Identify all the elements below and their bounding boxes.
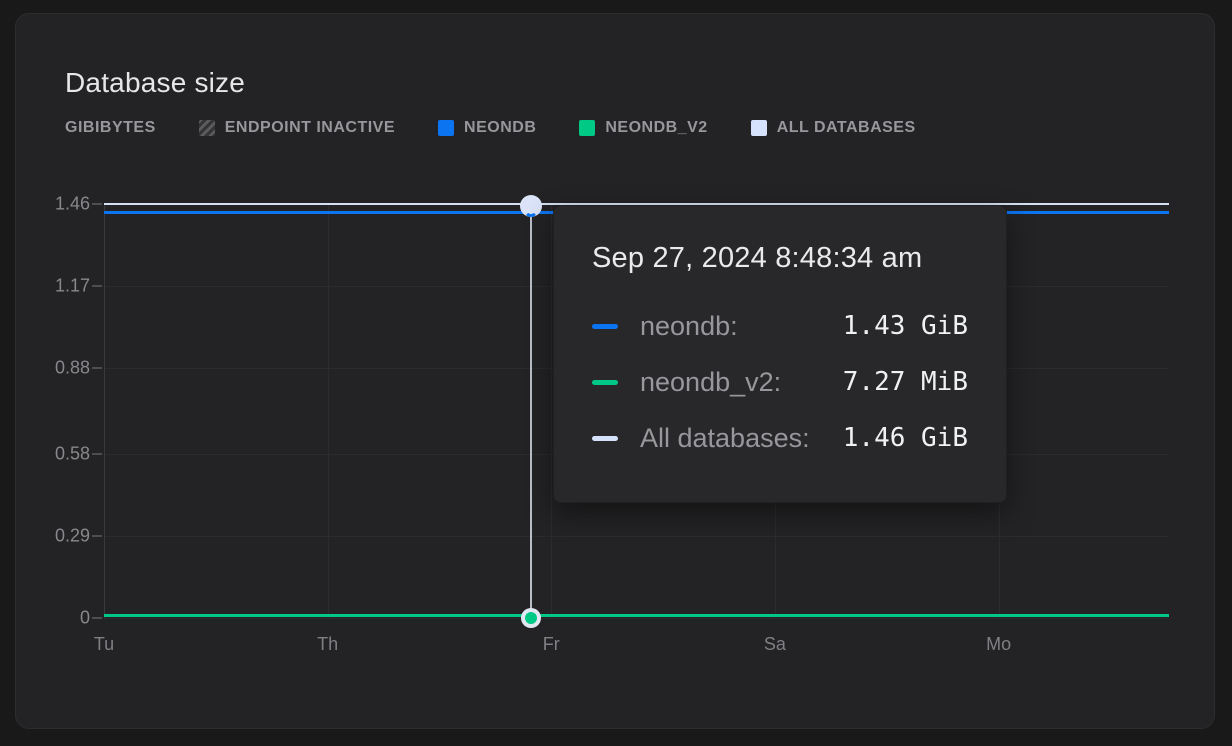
tooltip-timestamp: Sep 27, 2024 8:48:34 am: [592, 242, 968, 275]
neondb-line-swatch-icon: [592, 324, 618, 329]
tooltip-row-value: 1.46 GiB: [843, 423, 968, 453]
y-axis-label: 0.58: [26, 443, 90, 464]
neondb-v2-line-swatch-icon: [592, 380, 618, 385]
y-axis-tick: [92, 203, 102, 205]
gridline-vertical: [328, 204, 329, 618]
y-axis-tick: [92, 453, 102, 455]
x-axis-label: Sa: [764, 634, 786, 655]
y-axis-label: 1.46: [26, 194, 90, 215]
y-axis-tick: [92, 535, 102, 537]
database-size-chart: 0 0.29 0.58 0.88 1.17 1.46 Tu Th Fr Sa Mo Sep 27, …: [0, 0, 1232, 746]
all-databases-line-swatch-icon: [592, 436, 618, 441]
x-axis-label: Th: [317, 634, 338, 655]
y-axis-label: 0.88: [26, 358, 90, 379]
tooltip-rows: neondb: 1.43 GiB neondb_v2: 7.27 MiB All…: [592, 311, 968, 453]
tooltip-row-neondb-v2: neondb_v2: 7.27 MiB: [592, 367, 968, 397]
chart-tooltip: Sep 27, 2024 8:48:34 am neondb: 1.43 GiB…: [553, 205, 1007, 503]
tooltip-row-all-databases: All databases: 1.46 GiB: [592, 423, 968, 453]
database-size-page: Database size GIBIBYTES ENDPOINT INACTIV…: [0, 0, 1232, 746]
hover-point-neondb-v2: [525, 612, 537, 624]
gridline-horizontal: [104, 618, 1169, 619]
gridline-vertical: [104, 204, 105, 618]
tooltip-row-label: neondb:: [640, 311, 738, 342]
tooltip-row-neondb: neondb: 1.43 GiB: [592, 311, 968, 341]
y-axis-label: 1.17: [26, 276, 90, 297]
series-line-neondb-v2: [104, 614, 1169, 617]
tooltip-row-label: neondb_v2:: [640, 367, 781, 398]
tooltip-row-value: 1.43 GiB: [843, 311, 968, 341]
x-axis-label: Fr: [543, 634, 560, 655]
hover-point-neondb: [524, 203, 538, 217]
crosshair-line: [530, 206, 532, 618]
tooltip-row-label: All databases:: [640, 423, 810, 454]
x-axis-label: Mo: [986, 634, 1011, 655]
x-axis-label: Tu: [94, 634, 114, 655]
y-axis-label: 0: [26, 608, 90, 629]
tooltip-row-value: 7.27 MiB: [843, 367, 968, 397]
gridline-horizontal: [104, 536, 1169, 537]
y-axis-tick: [92, 367, 102, 369]
y-axis-tick: [92, 617, 102, 619]
y-axis-label: 0.29: [26, 525, 90, 546]
y-axis-tick: [92, 285, 102, 287]
